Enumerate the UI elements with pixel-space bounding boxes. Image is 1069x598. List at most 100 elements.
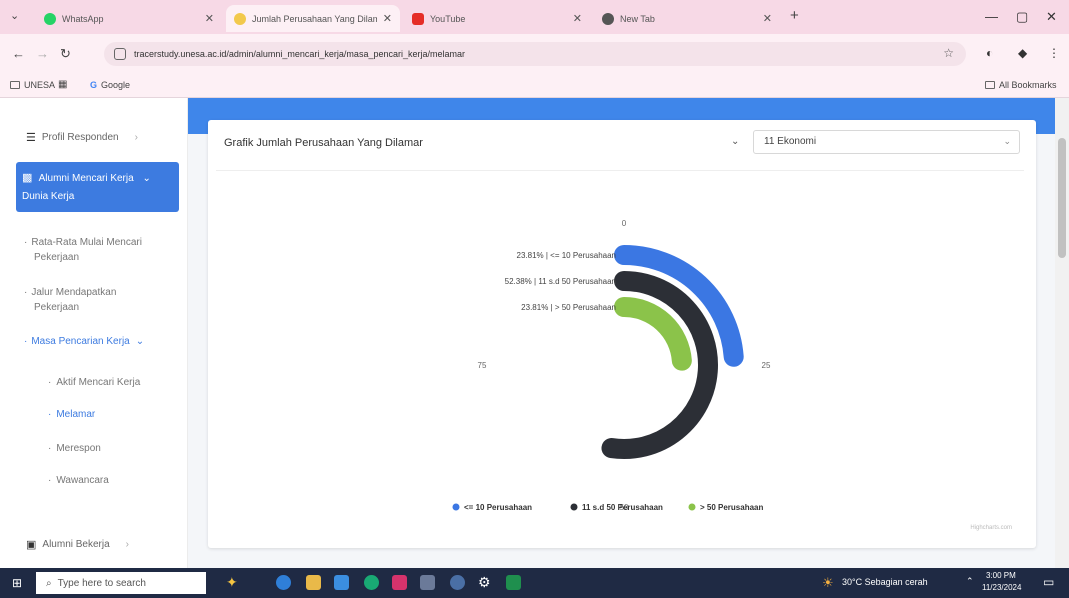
close-icon[interactable]: ✕ (383, 12, 392, 25)
axis-tick-label: 75 (478, 361, 487, 370)
sidebar: ☰ Profil Responden › ▩ Alumni Mencari Ke… (0, 98, 188, 568)
sidebar-sub-rata-rata[interactable]: · Rata-Rata Mulai Mencari Pekerjaan (24, 235, 174, 265)
sidebar-item-alumni-mencari-kerja[interactable]: ▩ Alumni Mencari Kerja ⌄ Dunia Kerja (16, 162, 179, 212)
new-tab-button[interactable]: + (790, 7, 799, 24)
settings-icon[interactable]: ⚙ (478, 574, 491, 591)
app-icon[interactable] (420, 575, 435, 590)
chevron-down-icon[interactable]: ⌄ (731, 136, 739, 147)
tab-new-tab[interactable]: New Tab ✕ (594, 5, 780, 32)
tab-label: WhatsApp (62, 13, 104, 24)
legend-item[interactable]: <= 10 Perusahaan (464, 503, 532, 512)
taskbar-search-placeholder: Type here to search (57, 577, 146, 589)
address-bar[interactable]: tracerstudy.unesa.ac.id/admin/alumni_men… (104, 42, 966, 66)
users-icon: ▩ (22, 172, 33, 184)
legend-item[interactable]: 11 s.d 50 Perusahaan (582, 503, 663, 512)
chrome-icon (602, 12, 614, 25)
notification-icon[interactable]: ▭ (1043, 575, 1054, 589)
reload-icon[interactable]: ↻ (60, 46, 71, 62)
windows-taskbar: ⊞ ⌕ Type here to search ✦ ⚙ ☀ 30°C Sebag… (0, 568, 1069, 598)
chevron-down-icon: ⌄ (135, 336, 145, 347)
tab-search-icon[interactable]: ⌄ (10, 9, 19, 22)
apps-icon[interactable]: ▦ (58, 79, 67, 90)
instagram-icon[interactable] (392, 575, 407, 590)
minimize-icon[interactable]: — (985, 9, 998, 24)
bullet-icon: · (24, 287, 28, 298)
bookmark-unesa[interactable]: UNESA (10, 80, 55, 90)
clipboard-icon: ☰ (26, 132, 36, 144)
taskbar-search[interactable]: ⌕ Type here to search (36, 572, 206, 594)
bookmark-google[interactable]: G Google (90, 80, 130, 90)
bookmark-label: Google (101, 80, 131, 90)
edge-icon[interactable] (276, 575, 291, 590)
clock-time[interactable]: 3:00 PM (986, 571, 1016, 580)
close-icon[interactable]: ✕ (205, 12, 214, 25)
radial-bar-3[interactable] (614, 297, 692, 371)
tab-youtube[interactable]: YouTube ✕ (404, 5, 590, 32)
close-icon[interactable]: ✕ (763, 12, 772, 25)
bullet-icon: · (24, 336, 28, 347)
radial-bar-chart: 0255075 23.81% | <= 10 Perusahaan52.38% … (452, 219, 1012, 531)
bookmark-star-icon[interactable]: ☆ (943, 46, 954, 60)
bullet-icon: · (24, 237, 28, 248)
briefcase-icon: ▣ (26, 539, 37, 551)
extension-icon[interactable]: ◆ (1018, 46, 1027, 60)
browser-tab-bar: ⌄ WhatsApp ✕ Jumlah Perusahaan Yang Dila… (0, 0, 1069, 34)
chevron-right-icon: › (134, 132, 138, 143)
windows-start-icon[interactable]: ⊞ (12, 576, 22, 590)
sidebar-subsub-melamar[interactable]: · Melamar (48, 409, 95, 420)
page-scrollbar[interactable] (1055, 98, 1069, 568)
legend-item[interactable]: > 50 Perusahaan (700, 503, 763, 512)
chart-credit[interactable]: Highcharts.com (970, 525, 1012, 531)
tab-jumlah-perusahaan[interactable]: Jumlah Perusahaan Yang Dilam ✕ (226, 5, 400, 32)
site-info-icon[interactable] (114, 48, 126, 60)
bullet-icon: · (48, 377, 52, 388)
legend-marker[interactable] (452, 503, 460, 511)
chrome-icon[interactable] (364, 575, 379, 590)
axis-tick-label: 25 (762, 361, 771, 370)
close-icon[interactable]: ✕ (573, 12, 582, 25)
sidebar-subsub-merespon[interactable]: · Merespon (48, 443, 101, 454)
sidebar-subsub-label: Merespon (56, 443, 101, 454)
chevron-right-icon: › (125, 539, 130, 550)
site-icon (234, 12, 246, 25)
clock-date[interactable]: 11/23/2024 (982, 583, 1021, 592)
select-value: 11 Ekonomi (764, 136, 817, 147)
sidebar-sub-label: Jalur Mendapatkan Pekerjaan (31, 287, 117, 313)
close-window-icon[interactable]: ✕ (1046, 9, 1057, 25)
sidebar-item-alumni-bekerja[interactable]: ▣ Alumni Bekerja › (26, 538, 129, 551)
excel-icon[interactable] (506, 575, 521, 590)
chart-area: 0 25 50 75 23.81% | <= 10 Perusahaan 52.38% … (216, 170, 1024, 542)
folder-icon (985, 81, 995, 89)
store-icon[interactable] (334, 575, 349, 590)
tray-chevron-icon[interactable]: ⌃ (966, 576, 974, 587)
chrome-profile-icon[interactable] (450, 575, 465, 590)
chart-card: Grafik Jumlah Perusahaan Yang Dilamar ⌄ … (208, 120, 1036, 548)
bullet-icon: · (48, 443, 52, 454)
scrollbar-thumb[interactable] (1058, 138, 1066, 258)
file-explorer-icon[interactable] (306, 575, 321, 590)
weather-text[interactable]: 30°C Sebagian cerah (842, 577, 928, 587)
menu-icon[interactable]: ⋮ (1048, 46, 1060, 60)
bullet-icon: · (48, 475, 52, 486)
forward-icon[interactable]: → (36, 46, 49, 61)
profile-icon[interactable]: ◐ (986, 46, 993, 60)
maximize-icon[interactable]: ▢ (1016, 9, 1028, 25)
youtube-icon (412, 12, 424, 25)
card-title: Grafik Jumlah Perusahaan Yang Dilamar (224, 137, 423, 149)
sidebar-subsub-aktif[interactable]: · Aktif Mencari Kerja (48, 377, 140, 388)
data-label: 52.38% | 11 s.d 50 Perusahaan (505, 277, 616, 286)
prodi-select[interactable]: 11 Ekonomi ⌄ (753, 130, 1020, 154)
back-icon[interactable]: ← (12, 46, 25, 61)
sidebar-item-profil-responden[interactable]: ☰ Profil Responden › (26, 131, 138, 144)
all-bookmarks[interactable]: All Bookmarks (985, 80, 1057, 90)
card-header: Grafik Jumlah Perusahaan Yang Dilamar ⌄ … (208, 120, 1036, 164)
sidebar-sub-masa-pencarian[interactable]: · Masa Pencarian Kerja ⌄ (24, 334, 184, 349)
copilot-sparkle-icon[interactable]: ✦ (226, 574, 238, 591)
tab-whatsapp[interactable]: WhatsApp ✕ (36, 5, 222, 32)
sidebar-subsub-label: Wawancara (56, 475, 109, 486)
tab-label: YouTube (430, 13, 466, 24)
legend-marker[interactable] (570, 503, 578, 511)
sidebar-subsub-wawancara[interactable]: · Wawancara (48, 475, 109, 486)
sidebar-sub-jalur[interactable]: · Jalur Mendapatkan Pekerjaan (24, 285, 164, 315)
legend-marker[interactable] (688, 503, 696, 511)
